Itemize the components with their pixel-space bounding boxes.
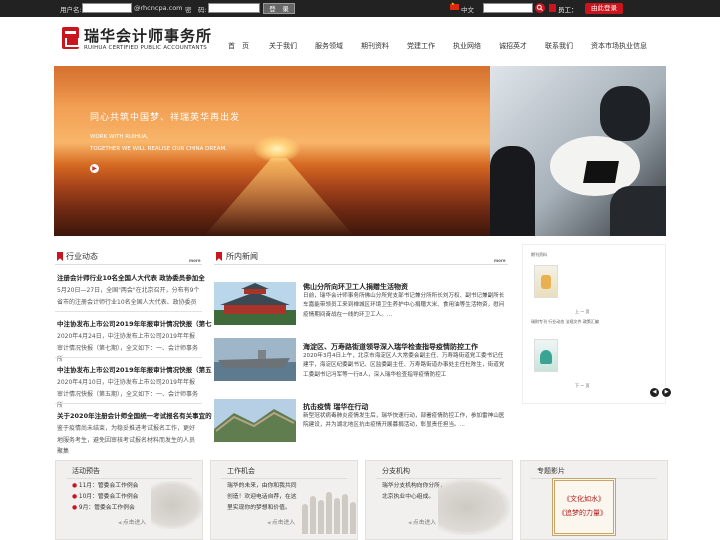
banner-english-line1: WORK WITH RUIHUA, (90, 134, 149, 140)
events-title[interactable]: 活动预告 (72, 466, 100, 476)
logo-english-name: RUIHUA CERTIFIED PUBLIC ACCOUNTANTS (84, 45, 207, 51)
branches-box: 分支机构 瑞华分支机构向你分所， 北京执业中心组成。 点击进入 (365, 460, 513, 540)
enter-link[interactable]: 点击进入 (408, 517, 436, 526)
jobs-text: 里实现你的梦想和价值。 (227, 505, 291, 511)
login-button[interactable]: 登 录 (263, 3, 295, 14)
employee-icon (549, 4, 556, 12)
industry-more-link[interactable]: more (189, 258, 201, 263)
banner-arrow-icon[interactable]: ▶ (90, 164, 99, 173)
employee-label: 员工： (558, 6, 578, 14)
nav-careers[interactable]: 诚招英才 (499, 41, 527, 51)
site-header: 瑞华会计师事务所 RUIHUA CERTIFIED PUBLIC ACCOUNT… (0, 17, 720, 65)
jobs-text: 瑞华的未来，由你和我共同 (227, 483, 297, 489)
firm-news-item-title[interactable]: 佛山分所向环卫工人捐赠生活物资 (303, 282, 408, 292)
china-flag-icon[interactable] (450, 1, 459, 10)
firm-news-item-title[interactable]: 抗击疫情 瑞华在行动 (303, 402, 368, 412)
industry-item-summary: 5月20日—27日，全国"两会"在北京召开，分布有9个省市的注册会计师行业10名… (57, 287, 200, 306)
firm-news-item-summary: 日前，瑞华会计师事务所佛山分所党支部书记兼分所所长刘万权、副书记兼副所长车嘉能带… (303, 293, 505, 318)
warship-photo[interactable] (214, 338, 296, 381)
nav-network[interactable]: 执业网络 (453, 41, 481, 51)
film-title[interactable]: 《追梦的力量》 (558, 508, 607, 518)
magazine-caption: 瑞财专刊 行业动态 法规文件 政策汇编 (531, 319, 599, 324)
firm-news-item-summary: 新型冠状病毒肺炎疫情发生后，瑞华快速行动，部署疫情防控工作，参加雷神山医院建设，… (303, 413, 505, 429)
firm-news-item-summary: 2020年3月4日上午，北京市海淀区人大常委会副主任、万寿路街道党工委书记任建宇… (303, 353, 505, 378)
banner-english-line2: TOGETHER WE WILL REALISE OUR CHINA DREAM… (90, 146, 227, 152)
industry-item-title[interactable]: 注册会计师行业10名全国人大代表 政协委员参加全 (57, 272, 205, 282)
username-input[interactable] (82, 3, 132, 13)
event-item[interactable]: ● 9月：管委会工作例会 (72, 503, 135, 514)
site-search-input[interactable] (483, 3, 533, 13)
industry-item-title[interactable]: 中注协发布上市公司2019年年报审计情况快报（第五 (57, 364, 212, 374)
employee-login-button[interactable]: 由此登录 (585, 3, 623, 14)
firm-news-title[interactable]: 所内新闻 (226, 251, 258, 262)
films-title[interactable]: 专题影片 (537, 466, 565, 476)
people-silhouette-icon (300, 490, 360, 534)
page-link[interactable]: 上 一 页 (575, 309, 590, 315)
pagoda-photo[interactable] (214, 282, 296, 325)
prev-arrow-icon[interactable]: ◀ (650, 388, 659, 397)
password-input[interactable] (208, 3, 260, 13)
nav-publications[interactable]: 期刊资料 (361, 41, 389, 51)
nav-home[interactable]: 首 页 (228, 41, 249, 51)
firm-news-item-title[interactable]: 海淀区、万寿路街道领导深入瑞华检查指导疫情防控工作 (303, 342, 478, 352)
publications-panel: 期刊资料 上 一 页 瑞财专刊 行业动态 法规文件 政策汇编 下 一 页 (522, 244, 666, 404)
logo-chinese-name[interactable]: 瑞华会计师事务所 (84, 25, 212, 46)
event-item[interactable]: ● 11月：管委会工作例会 (72, 481, 138, 492)
industry-item-summary: 2020年4月24日，中注协发布上市公司2019年年报审计情况快报（第七期），全… (57, 333, 199, 363)
events-box: 活动预告 ● 11月：管委会工作例会 ● 10月：管委会工作例会 ● 9月：管委… (55, 460, 203, 540)
jobs-title[interactable]: 工作机会 (227, 466, 255, 476)
next-arrow-icon[interactable]: ▶ (662, 388, 671, 397)
bookmark-icon (57, 252, 63, 261)
bookmark-icon (216, 252, 222, 261)
password-label: 密 码: (185, 6, 207, 14)
nav-party-building[interactable]: 党建工作 (407, 41, 435, 51)
username-label: 用户名: (60, 6, 82, 14)
branches-text: 瑞华分支机构向你分所， (382, 483, 446, 489)
search-icon[interactable] (535, 3, 545, 13)
hero-banner[interactable]: 同心共筑中国梦、祥瑞英华再出发 WORK WITH RUIHUA, TOGETH… (54, 66, 490, 236)
ruihua-logo-icon[interactable] (62, 27, 80, 49)
branches-text: 北京执业中心组成。 (382, 494, 435, 500)
nav-contact[interactable]: 联系我们 (545, 41, 573, 51)
nav-capital-market[interactable]: 资本市场执业信息 (591, 41, 647, 51)
industry-item-title[interactable]: 关于2020年注册会计师全国统一考试报名有关事宜的 (57, 410, 212, 420)
enter-link[interactable]: 点击进入 (267, 517, 295, 526)
nav-about[interactable]: 关于我们 (269, 41, 297, 51)
film-poster[interactable] (552, 478, 616, 536)
industry-item-summary: 鉴于疫情尚未结束，为稳妥推进考试报名工作，更好地服务考生，避免因审核考试报名材料… (57, 425, 196, 455)
event-item[interactable]: ● 10月：管委会工作例会 (72, 492, 138, 503)
language-label[interactable]: 中文 (461, 4, 474, 14)
magazine-cover[interactable] (534, 265, 558, 298)
enter-link[interactable]: 点击进入 (118, 517, 146, 526)
film-title[interactable]: 《文化如水》 (563, 494, 605, 504)
industry-news-title[interactable]: 行业动态 (66, 251, 98, 262)
firm-news-more-link[interactable]: more (494, 258, 506, 263)
industry-item-summary: 2020年4月10日，中注协发布上市公司2019年年报审计情况快报（第五期），全… (57, 379, 199, 409)
top-bar: 用户名: @rhcncpa.com 密 码: 登 录 中文 员工： 由此登录 (0, 0, 720, 17)
magazine-cover[interactable] (534, 339, 558, 372)
great-wall-photo[interactable] (214, 399, 296, 442)
nav-services[interactable]: 服务领域 (315, 41, 343, 51)
email-suffix: @rhcncpa.com (134, 4, 183, 12)
banner-slogan: 同心共筑中国梦、祥瑞英华再出发 (90, 113, 241, 123)
business-meeting-photo (490, 66, 666, 236)
jobs-text: 创造！欢迎电话自荐，在这 (227, 494, 297, 500)
page-link[interactable]: 下 一 页 (575, 383, 590, 389)
industry-item-title[interactable]: 中注协发布上市公司2019年年报审计情况快报（第七 (57, 318, 212, 328)
publications-label: 期刊资料 (531, 252, 547, 257)
china-map-icon (438, 479, 510, 535)
branches-title[interactable]: 分支机构 (382, 466, 410, 476)
